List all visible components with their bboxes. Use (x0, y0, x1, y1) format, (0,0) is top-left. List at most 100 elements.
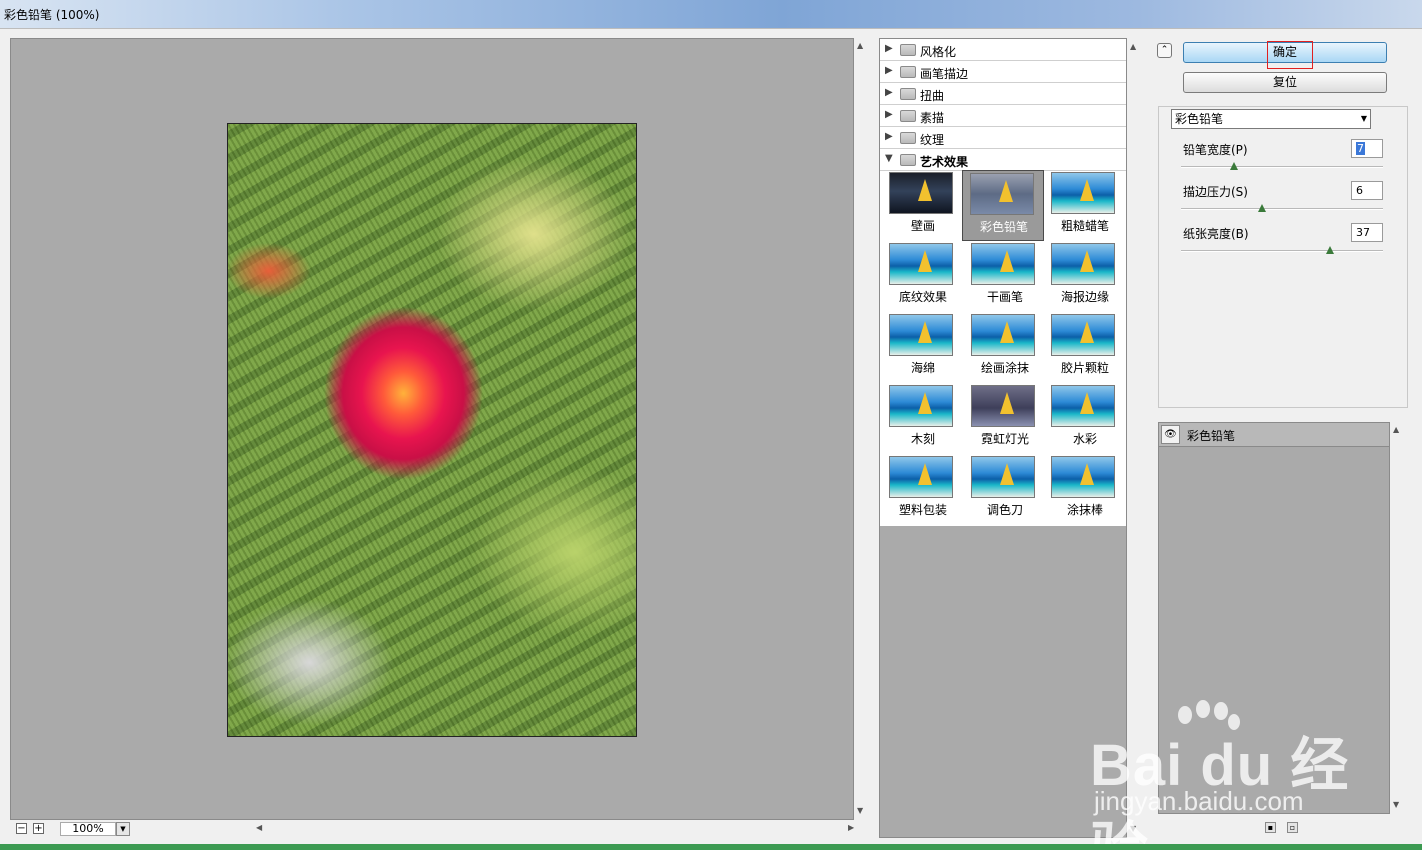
paper-brightness-slider[interactable] (1181, 250, 1383, 252)
filter-thumb-cutout[interactable]: 木刻 (882, 383, 964, 454)
scroll-right-arrow-icon[interactable]: ▶ (848, 823, 854, 832)
eye-icon[interactable]: 👁 (1161, 425, 1180, 444)
filter-label: 干画笔 (986, 290, 1023, 304)
filter-thumb-dry-brush[interactable]: 干画笔 (964, 241, 1046, 312)
collapse-gallery-icon[interactable]: ⌃ (1157, 43, 1172, 58)
filter-thumb-paint-daubs[interactable]: 绘画涂抹 (964, 312, 1046, 383)
preview-footer: − + 100% ▼ ◀ ▶ (10, 820, 868, 838)
expand-arrow-icon[interactable]: ▶ (885, 131, 893, 142)
scroll-up-arrow-icon[interactable]: ▲ (857, 41, 863, 50)
reset-button[interactable]: 复位 (1183, 72, 1387, 93)
category-brush-strokes[interactable]: ▶ 画笔描边 (880, 61, 1126, 83)
stroke-pressure-slider-thumb[interactable] (1257, 204, 1266, 212)
scroll-down-arrow-icon[interactable]: ▼ (1393, 800, 1399, 809)
filter-label: 塑料包装 (898, 503, 947, 517)
scroll-up-arrow-icon[interactable]: ▲ (1130, 42, 1136, 51)
filter-thumb-rough-pastels[interactable]: 粗糙蜡笔 (1044, 170, 1126, 241)
filter-label: 胶片颗粒 (1060, 361, 1109, 375)
filter-label: 水彩 (1072, 432, 1097, 446)
scroll-up-arrow-icon[interactable]: ▲ (1393, 425, 1399, 434)
category-texture[interactable]: ▶ 纹理 (880, 127, 1126, 149)
scroll-left-arrow-icon[interactable]: ◀ (256, 823, 262, 832)
filter-label: 霓虹灯光 (980, 432, 1029, 446)
pencil-width-slider-thumb[interactable] (1229, 162, 1238, 170)
filter-preview-image (1051, 456, 1115, 498)
collapse-arrow-icon[interactable]: ▼ (885, 153, 893, 164)
preview-vertical-scrollbar[interactable]: ▲ ▼ (854, 38, 868, 820)
category-sketch[interactable]: ▶ 素描 (880, 105, 1126, 127)
preview-horizontal-scrollbar[interactable]: ◀ ▶ (254, 822, 860, 836)
expand-arrow-icon[interactable]: ▶ (885, 65, 893, 76)
folder-icon (900, 132, 916, 144)
filter-thumb-palette-knife[interactable]: 调色刀 (964, 454, 1046, 525)
filter-thumb-neon-glow[interactable]: 霓虹灯光 (964, 383, 1046, 454)
filter-preview-image (889, 456, 953, 498)
paper-brightness-input[interactable]: 37 (1351, 223, 1383, 242)
pencil-width-input[interactable]: 7 (1351, 139, 1383, 158)
folder-icon (900, 44, 916, 56)
expand-arrow-icon[interactable]: ▶ (885, 87, 893, 98)
scroll-down-arrow-icon[interactable]: ▼ (857, 806, 863, 815)
zoom-in-button[interactable]: + (33, 823, 44, 834)
filter-thumb-watercolor[interactable]: 水彩 (1044, 383, 1126, 454)
filter-thumb-film-grain[interactable]: 胶片颗粒 (1044, 312, 1126, 383)
filter-label: 底纹效果 (898, 290, 947, 304)
category-label: 扭曲 (920, 89, 945, 103)
watermark-logo: Bai du 经验 (1090, 733, 1350, 850)
category-label: 纹理 (920, 133, 945, 147)
ok-button-highlight (1267, 41, 1313, 69)
filter-thumb-poster-edges[interactable]: 海报边缘 (1044, 241, 1126, 312)
chevron-down-icon[interactable]: ▼ (1361, 110, 1367, 128)
filter-thumb-sponge[interactable]: 海绵 (882, 312, 964, 383)
pencil-width-value[interactable]: 7 (1356, 142, 1365, 155)
filter-select[interactable]: 彩色铅笔 ▼ (1171, 109, 1371, 129)
expand-arrow-icon[interactable]: ▶ (885, 43, 893, 54)
filter-thumb-underpainting[interactable]: 底纹效果 (882, 241, 964, 312)
filter-thumb-colored-pencil[interactable]: 彩色铅笔 (962, 170, 1044, 241)
paper-brightness-slider-thumb[interactable] (1326, 246, 1335, 254)
filter-label: 壁画 (910, 219, 935, 233)
filter-preview-image (971, 243, 1035, 285)
filter-thumb-plastic-wrap[interactable]: 塑料包装 (882, 454, 964, 525)
category-artistic[interactable]: ▼ 艺术效果 (880, 149, 1126, 171)
folder-open-icon (900, 154, 916, 166)
preview-image[interactable] (227, 123, 637, 737)
zoom-dropdown-icon[interactable]: ▼ (116, 822, 130, 836)
category-label: 风格化 (920, 45, 957, 59)
filter-preview-image (970, 173, 1034, 215)
effect-layer-label: 彩色铅笔 (1187, 429, 1236, 443)
pencil-width-slider[interactable] (1181, 166, 1383, 168)
zoom-level-field[interactable]: 100% (60, 822, 116, 836)
filter-label: 海报边缘 (1060, 290, 1109, 304)
paw-icon (1196, 700, 1210, 718)
filter-label: 海绵 (910, 361, 935, 375)
window-title: 彩色铅笔 (100%) (4, 8, 100, 22)
stroke-pressure-label: 描边压力(S) (1183, 185, 1248, 199)
filter-preview-image (971, 456, 1035, 498)
category-stylize[interactable]: ▶ 风格化 (880, 39, 1126, 61)
effect-layer-row[interactable]: 👁 彩色铅笔 (1159, 423, 1389, 447)
filter-thumb-fresco[interactable]: 壁画 (882, 170, 964, 241)
stroke-pressure-input[interactable]: 6 (1351, 181, 1383, 200)
stroke-pressure-slider[interactable] (1181, 208, 1383, 210)
folder-icon (900, 66, 916, 78)
filter-preview-image (1051, 243, 1115, 285)
filter-label: 彩色铅笔 (979, 220, 1028, 234)
filter-label: 调色刀 (986, 503, 1023, 517)
category-label: 画笔描边 (920, 67, 969, 81)
folder-icon (900, 88, 916, 100)
filter-gallery-list: ▶ 风格化 ▶ 画笔描边 ▶ 扭曲 ▶ 素描 ▶ 纹理 ▼ 艺术效果 壁画 彩色… (880, 39, 1126, 526)
filter-thumb-smudge-stick[interactable]: 涂抹棒 (1044, 454, 1126, 525)
pencil-width-label: 铅笔宽度(P) (1183, 143, 1248, 157)
layers-vertical-scrollbar[interactable]: ▲ ▼ (1390, 422, 1404, 814)
expand-arrow-icon[interactable]: ▶ (885, 109, 893, 120)
category-distort[interactable]: ▶ 扭曲 (880, 83, 1126, 105)
filter-preview-image (1051, 172, 1115, 214)
filter-preview-image (889, 314, 953, 356)
filter-preview-image (971, 314, 1035, 356)
filter-label: 绘画涂抹 (980, 361, 1029, 375)
zoom-out-button[interactable]: − (16, 823, 27, 834)
filter-select-value: 彩色铅笔 (1175, 112, 1224, 126)
baidu-watermark: Bai du 经验 jingyan.baidu.com (1090, 700, 1390, 850)
filter-label: 木刻 (910, 432, 935, 446)
